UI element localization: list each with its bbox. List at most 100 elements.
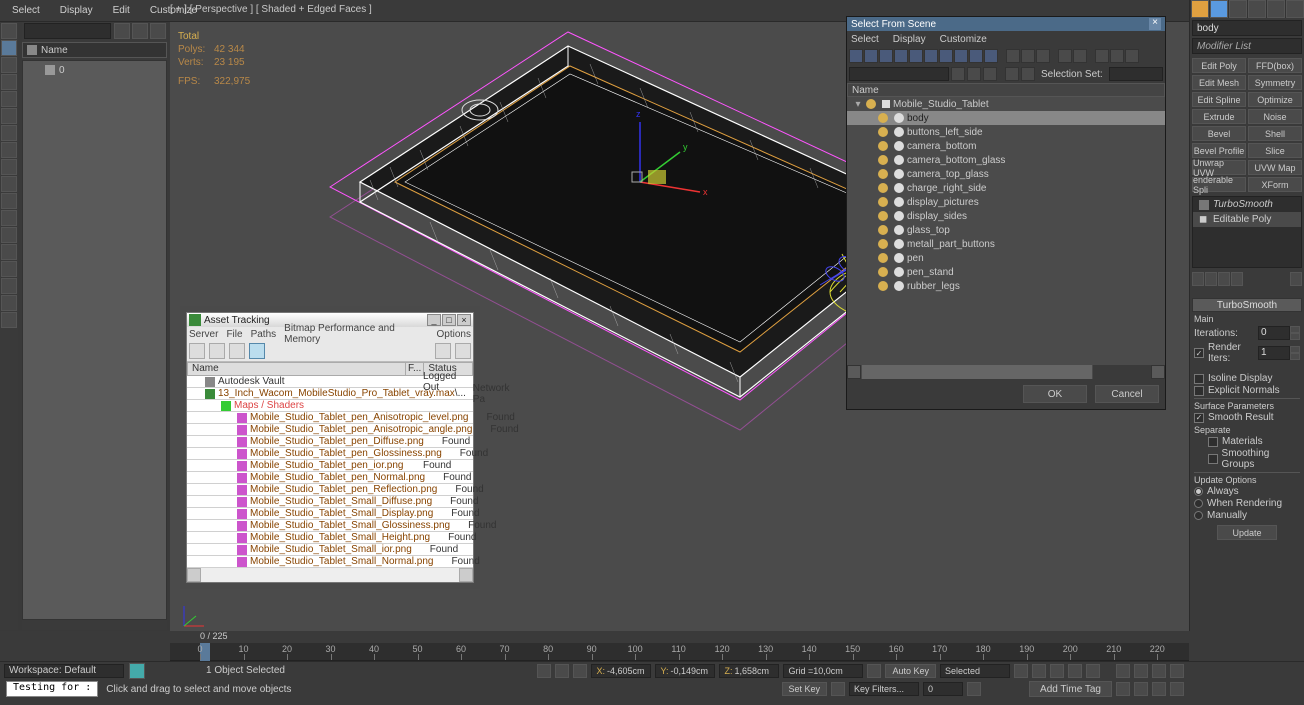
- tool-icon[interactable]: [1, 125, 17, 141]
- tool-icon[interactable]: [1, 193, 17, 209]
- explorer-body[interactable]: 0: [22, 60, 167, 620]
- horizontal-scrollbar[interactable]: [187, 568, 473, 582]
- tree-item[interactable]: camera_bottom_glass: [847, 153, 1165, 167]
- config-icon[interactable]: [1290, 272, 1302, 286]
- tool-icon[interactable]: [1, 210, 17, 226]
- tree-item[interactable]: body: [847, 111, 1165, 125]
- filter-icon[interactable]: [1073, 49, 1087, 63]
- close-icon[interactable]: ×: [457, 314, 471, 326]
- view-icon[interactable]: [1021, 67, 1035, 81]
- tree-item[interactable]: charge_right_side: [847, 181, 1165, 195]
- mod-btn[interactable]: Noise: [1248, 109, 1302, 124]
- key-icon[interactable]: [867, 664, 881, 678]
- select-none-icon[interactable]: [1021, 49, 1035, 63]
- tb-icon[interactable]: [209, 343, 225, 359]
- view-icon[interactable]: [967, 67, 981, 81]
- bulb-icon[interactable]: [1199, 200, 1209, 210]
- tool-icon[interactable]: [1, 74, 17, 90]
- scroll-right-icon[interactable]: [459, 568, 473, 582]
- maximize-icon[interactable]: □: [442, 314, 456, 326]
- object-name-field[interactable]: body: [1192, 20, 1302, 36]
- asset-row[interactable]: Mobile_Studio_Tablet_Small_ior.pngFound: [187, 544, 473, 556]
- filter-icon[interactable]: [939, 49, 953, 63]
- tool-icon[interactable]: [1, 40, 17, 56]
- tree-root[interactable]: ▾ Mobile_Studio_Tablet: [847, 97, 1165, 111]
- tree-item[interactable]: 0: [25, 63, 164, 77]
- scroll-right-icon[interactable]: [1151, 365, 1165, 379]
- mod-btn[interactable]: Bevel Profile: [1192, 143, 1246, 158]
- mod-btn[interactable]: Shell: [1248, 126, 1302, 141]
- modifier-stack[interactable]: TurboSmooth ◼Editable Poly: [1192, 196, 1302, 268]
- auto-key-button[interactable]: Auto Key: [885, 664, 936, 678]
- tool-icon[interactable]: [1, 23, 17, 39]
- filter-icon[interactable]: [909, 49, 923, 63]
- nav-icon[interactable]: [1152, 682, 1166, 696]
- iterations-spinner[interactable]: 0: [1258, 326, 1290, 340]
- time-config-icon[interactable]: [967, 682, 981, 696]
- tool-icon[interactable]: [1, 312, 17, 328]
- column-name[interactable]: Name: [22, 42, 167, 58]
- tool-icon[interactable]: [1, 295, 17, 311]
- filter-icon[interactable]: [849, 49, 863, 63]
- asset-row[interactable]: Mobile_Studio_Tablet_pen_Anisotropic_lev…: [187, 412, 473, 424]
- asset-row[interactable]: Mobile_Studio_Tablet_Small_Height.pngFou…: [187, 532, 473, 544]
- asset-list[interactable]: Autodesk VaultLogged Out 13_Inch_Wacom_M…: [187, 376, 473, 568]
- sfs-list[interactable]: ▾ Mobile_Studio_Tablet body buttons_left…: [847, 97, 1165, 365]
- close-icon[interactable]: ×: [1149, 18, 1161, 30]
- asset-row[interactable]: Mobile_Studio_Tablet_Small_Normal.pngFou…: [187, 556, 473, 568]
- mod-btn[interactable]: Unwrap UVW: [1192, 160, 1246, 175]
- when-render-radio[interactable]: [1194, 499, 1203, 508]
- tree-item[interactable]: display_pictures: [847, 195, 1165, 209]
- set-key-button[interactable]: Set Key: [782, 682, 828, 696]
- play-end-icon[interactable]: [1086, 664, 1100, 678]
- mod-btn[interactable]: XForm: [1248, 177, 1302, 192]
- filter-icon[interactable]: [924, 49, 938, 63]
- tool-icon[interactable]: [1, 159, 17, 175]
- menu-display[interactable]: Display: [50, 1, 103, 20]
- filter-icon[interactable]: [1125, 49, 1139, 63]
- horizontal-scrollbar[interactable]: [847, 365, 1165, 379]
- nav-icon[interactable]: [1170, 664, 1184, 678]
- render-iters-spinner[interactable]: 1: [1258, 346, 1290, 360]
- view-icon[interactable]: [1005, 67, 1019, 81]
- select-all-icon[interactable]: [1006, 49, 1020, 63]
- smgroups-check[interactable]: [1208, 454, 1218, 464]
- tb-icon[interactable]: [455, 343, 471, 359]
- filter-icon[interactable]: [954, 49, 968, 63]
- time-ruler[interactable]: 0102030405060708090100110120130140150160…: [170, 643, 1189, 661]
- filter-icon[interactable]: [150, 23, 166, 39]
- ok-button[interactable]: OK: [1023, 385, 1087, 403]
- utilities-tab[interactable]: [1286, 0, 1304, 18]
- filter-icon[interactable]: [1110, 49, 1124, 63]
- tool-icon[interactable]: [1, 278, 17, 294]
- asset-row[interactable]: Mobile_Studio_Tablet_pen_Glossiness.pngF…: [187, 448, 473, 460]
- smooth-result-check[interactable]: ✓: [1194, 413, 1204, 423]
- filter-icon[interactable]: [1058, 49, 1072, 63]
- tree-item[interactable]: metall_part_buttons: [847, 237, 1165, 251]
- play-icon[interactable]: [1050, 664, 1064, 678]
- nav-icon[interactable]: [1134, 664, 1148, 678]
- asset-row[interactable]: Mobile_Studio_Tablet_pen_Anisotropic_ang…: [187, 424, 473, 436]
- filter-icon[interactable]: [984, 49, 998, 63]
- select-from-scene-dialog[interactable]: Select From Scene × Select Display Custo…: [846, 16, 1166, 410]
- prev-frame-icon[interactable]: [1032, 664, 1046, 678]
- scroll-left-icon[interactable]: [187, 568, 201, 582]
- explicit-check[interactable]: [1194, 386, 1204, 396]
- sfs-menu-display[interactable]: Display: [893, 34, 926, 45]
- sfs-search-input[interactable]: [849, 67, 949, 81]
- tb-icon[interactable]: [229, 343, 245, 359]
- view-icon[interactable]: [983, 67, 997, 81]
- asset-row[interactable]: Mobile_Studio_Tablet_Small_Diffuse.pngFo…: [187, 496, 473, 508]
- create-tab[interactable]: [1191, 0, 1209, 18]
- sfs-menu-customize[interactable]: Customize: [940, 34, 987, 45]
- isoline-check[interactable]: [1194, 374, 1204, 384]
- x-coord[interactable]: X:-4,605cm: [591, 664, 651, 678]
- nav-icon[interactable]: [1152, 664, 1166, 678]
- tool-icon[interactable]: [1, 91, 17, 107]
- asset-tracking-dialog[interactable]: Asset Tracking _ □ × Server File Paths B…: [186, 312, 474, 583]
- selection-set-dropdown[interactable]: [1109, 67, 1163, 81]
- tool-icon[interactable]: [1, 176, 17, 192]
- select-invert-icon[interactable]: [1036, 49, 1050, 63]
- stack-turbosmooth[interactable]: TurboSmooth: [1193, 197, 1301, 212]
- menu-options[interactable]: Options: [437, 329, 471, 340]
